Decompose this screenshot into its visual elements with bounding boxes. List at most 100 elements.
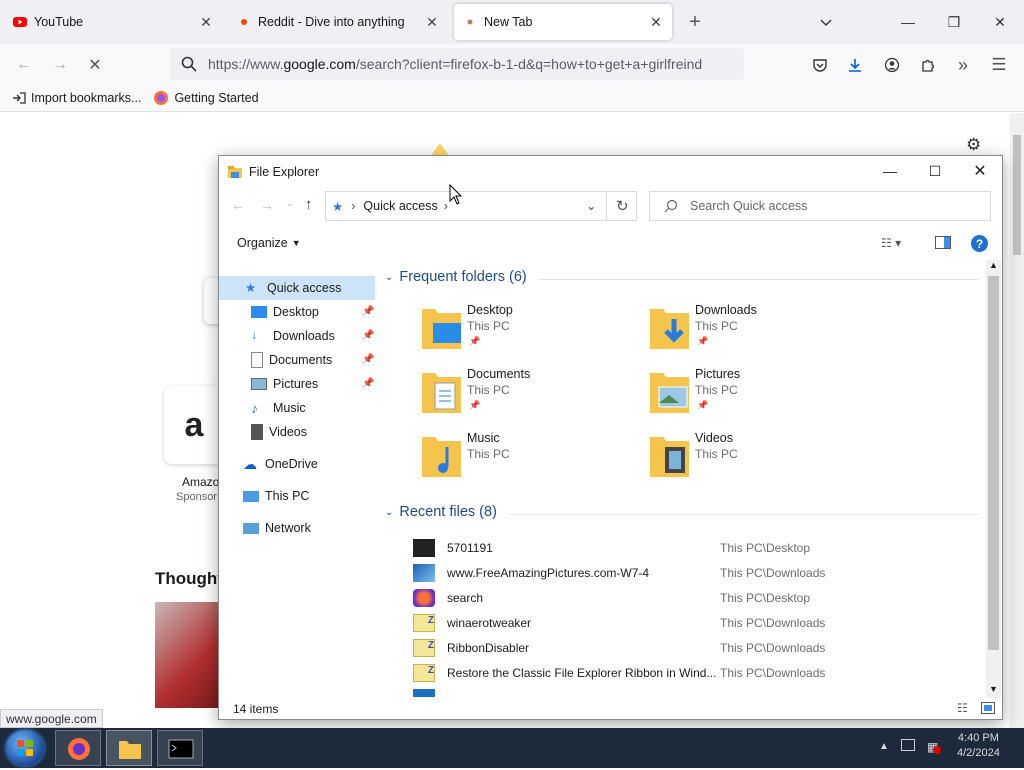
nav-quick-access[interactable]: ★ Quick access [245, 276, 341, 300]
start-button[interactable] [6, 730, 44, 766]
close-button[interactable]: ✕ [957, 156, 1003, 186]
tiles-view-button[interactable] [981, 702, 995, 714]
nav-this-pc[interactable]: This PC [243, 484, 309, 508]
folder-music[interactable]: Music This PC [421, 431, 641, 491]
close-tab-icon[interactable]: ✕ [648, 14, 664, 30]
item-count: 14 items [233, 702, 279, 716]
action-center-icon[interactable] [901, 739, 915, 751]
minimize-button[interactable]: — [867, 156, 913, 186]
error-badge-icon [933, 746, 941, 754]
clock[interactable]: 4:40 PM 4/2/2024 [957, 731, 1000, 761]
tab-title: New Tab [484, 15, 533, 29]
nav-documents[interactable]: Documents [251, 348, 332, 372]
list-all-tabs-button[interactable] [813, 9, 839, 35]
show-hidden-icons-button[interactable]: ▲ [879, 741, 889, 752]
scroll-down-icon[interactable]: ▼ [986, 684, 1001, 698]
folder-name: Pictures [695, 367, 741, 381]
organize-button[interactable]: Organize ▼ [237, 236, 301, 250]
pin-icon: 📌 [362, 354, 375, 365]
file-explorer-icon [228, 166, 242, 178]
view-options-button[interactable]: ☷ ▾ [881, 236, 901, 250]
pocket-button[interactable] [807, 52, 833, 78]
url-rest: /search?client=firefox-b-1-d&q=how+to+ge… [355, 56, 703, 72]
details-view-button[interactable]: ☷ [957, 701, 968, 715]
account-button[interactable] [879, 52, 905, 78]
folder-documents[interactable]: Documents This PC 📌 [421, 367, 641, 427]
pin-icon: 📌 [362, 306, 375, 317]
shortcut-label: Amazo [182, 475, 220, 489]
recent-files-header[interactable]: ⌄ Recent files (8) [385, 504, 497, 520]
address-bar[interactable]: ★ › Quick access › ⌄ ↻ [325, 191, 637, 221]
page-scrollbar[interactable] [1010, 113, 1024, 728]
breadcrumb-quick-access[interactable]: Quick access [363, 199, 437, 213]
nav-network[interactable]: Network [243, 516, 311, 540]
tab-new-tab[interactable]: New Tab ✕ [454, 4, 672, 40]
address-dropdown-icon[interactable]: ⌄ [586, 198, 596, 213]
recent-locations-button[interactable]: ⌄ [286, 198, 294, 209]
close-tab-icon[interactable]: ✕ [424, 14, 440, 30]
folder-downloads[interactable]: Downloads This PC 📌 [649, 303, 869, 363]
pin-icon: 📌 [469, 336, 481, 346]
tab-youtube[interactable]: YouTube ✕ [4, 4, 222, 40]
search-placeholder: Search Quick access [690, 199, 808, 213]
recent-file-row[interactable]: Z Restore the Classic File Explorer Ribb… [413, 660, 983, 685]
tab-reddit[interactable]: Reddit - Dive into anything ✕ [228, 4, 448, 40]
menu-button[interactable]: ☰ [986, 52, 1012, 78]
url-bar[interactable]: https://www. google.com/search?client=fir… [170, 48, 744, 80]
folder-name: Desktop [467, 303, 513, 317]
bookmark-import[interactable]: Import bookmarks... [12, 91, 141, 105]
story-thumbnail[interactable] [155, 602, 219, 708]
bookmark-label: Getting Started [174, 90, 259, 105]
nav-desktop[interactable]: Desktop [251, 300, 319, 324]
recent-file-row[interactable]: www.FreeAmazingPictures.com-W7-4 This PC… [413, 560, 983, 585]
back-button[interactable]: ← [231, 197, 245, 213]
gear-icon[interactable]: ⚙ [966, 135, 981, 155]
folder-pictures[interactable]: Pictures This PC 📌 [649, 367, 869, 427]
stop-button[interactable]: ✕ [82, 52, 108, 78]
forward-button[interactable]: → [47, 52, 73, 78]
forward-button[interactable]: → [260, 197, 274, 213]
more-tools-button[interactable]: » [950, 52, 976, 78]
nav-label: This PC [265, 489, 310, 503]
maximize-button[interactable]: ☐ [912, 156, 958, 186]
back-button[interactable]: ← [11, 52, 37, 78]
help-icon[interactable]: ? [971, 235, 988, 252]
refresh-icon[interactable]: ↻ [616, 197, 629, 215]
search-box[interactable]: Search Quick access [649, 191, 991, 221]
recent-file-row[interactable]: Z winaerotweaker This PC\Downloads [413, 610, 983, 635]
nav-label: Pictures [273, 377, 319, 391]
shortcut-sponsored: Sponsor [176, 491, 217, 503]
recent-file-row[interactable]: Z RibbonDisabler This PC\Downloads [413, 635, 983, 660]
amazon-shortcut-tile[interactable]: a [164, 386, 224, 464]
recent-file-row[interactable]: 5701191 This PC\Desktop [413, 535, 983, 560]
close-tab-icon[interactable]: ✕ [198, 14, 214, 30]
scrollbar-thumb[interactable] [1013, 135, 1021, 255]
minimize-button[interactable]: — [886, 6, 930, 38]
taskbar-file-explorer[interactable] [106, 730, 152, 766]
file-name: www.FreeAmazingPictures.com-W7-4 [447, 565, 650, 580]
nav-music[interactable]: ♪ Music [251, 396, 306, 420]
content-scrollbar[interactable]: ▲ ▼ [986, 260, 1001, 698]
scroll-up-icon[interactable]: ▲ [986, 260, 1001, 274]
restore-button[interactable]: ❐ [932, 6, 976, 38]
taskbar-firefox[interactable] [55, 730, 101, 766]
nav-videos[interactable]: Videos [251, 420, 307, 444]
taskbar-terminal[interactable] [157, 730, 203, 766]
folder-desktop[interactable]: Desktop This PC 📌 [421, 303, 641, 363]
bookmark-getting-started[interactable]: Getting Started [153, 90, 259, 106]
new-tab-button[interactable]: + [682, 9, 708, 35]
nav-onedrive[interactable]: ☁ OneDrive [243, 452, 318, 476]
extensions-button[interactable] [915, 52, 941, 78]
close-window-button[interactable]: ✕ [978, 6, 1022, 38]
scrollbar-thumb[interactable] [988, 276, 999, 650]
preview-pane-button[interactable] [935, 236, 951, 249]
downloads-button[interactable] [842, 52, 868, 78]
frequent-folders-header[interactable]: ⌄ Frequent folders (6) [385, 269, 527, 285]
nav-pictures[interactable]: Pictures [251, 372, 318, 396]
nav-downloads[interactable]: ↓ Downloads [251, 324, 335, 348]
recent-file-row[interactable]: search This PC\Desktop [413, 585, 983, 610]
up-button[interactable]: ↑ [305, 196, 313, 213]
folder-videos[interactable]: Videos This PC [649, 431, 869, 491]
folder-icon [422, 437, 461, 477]
terminal-icon [168, 739, 194, 759]
